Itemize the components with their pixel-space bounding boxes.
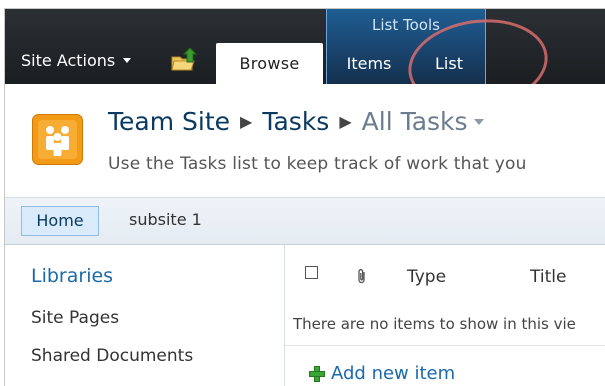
site-actions-menu[interactable]: Site Actions [21, 51, 132, 70]
tab-items[interactable]: Items [335, 43, 403, 83]
topnav-home[interactable]: Home [21, 206, 99, 236]
site-actions-label: Site Actions [21, 51, 116, 70]
list-view: Type Title There are no items to show in… [285, 245, 605, 386]
breadcrumb-view-name[interactable]: All Tasks [362, 107, 468, 136]
select-all-checkbox[interactable] [305, 266, 318, 279]
sharepoint-window: List Tools Site Actions Browse Items Lis… [4, 8, 605, 386]
breadcrumb-separator-icon: ▶ [339, 112, 352, 131]
topnav-subsite-1[interactable]: subsite 1 [129, 206, 202, 236]
empty-list-message: There are no items to show in this vie [293, 315, 576, 333]
plus-icon [309, 365, 325, 382]
quick-launch-heading-libraries[interactable]: Libraries [31, 265, 113, 287]
site-logo-icon [32, 114, 83, 165]
navigate-up-icon[interactable] [170, 48, 200, 72]
chevron-down-icon [123, 58, 132, 63]
column-header-title[interactable]: Title [530, 267, 566, 287]
quick-launch: Libraries Site Pages Shared Documents [5, 245, 285, 386]
add-new-item-label: Add new item [331, 363, 456, 384]
list-tools-label: List Tools [372, 16, 440, 34]
tab-browse[interactable]: Browse [216, 43, 323, 87]
column-header-type[interactable]: Type [407, 267, 446, 287]
title-area: Team Site ▶ Tasks ▶ All Tasks Use the Ta… [5, 84, 605, 197]
view-dropdown-caret-icon[interactable] [473, 118, 484, 125]
attachment-icon [358, 269, 365, 284]
ribbon: List Tools Site Actions Browse Items Lis… [5, 9, 605, 118]
tab-list[interactable]: List [415, 43, 483, 83]
breadcrumb: Team Site ▶ Tasks ▶ All Tasks [108, 107, 484, 136]
list-column-header-row: Type Title [285, 245, 605, 300]
list-divider [285, 345, 605, 346]
breadcrumb-separator-icon: ▶ [240, 112, 253, 131]
top-navigation-bar: Home subsite 1 [5, 197, 605, 245]
page-description: Use the Tasks list to keep track of work… [108, 154, 527, 174]
breadcrumb-tasks[interactable]: Tasks [262, 107, 329, 136]
add-new-item-link[interactable]: Add new item [309, 363, 455, 384]
quick-launch-site-pages[interactable]: Site Pages [31, 308, 119, 328]
quick-launch-shared-documents[interactable]: Shared Documents [31, 346, 193, 366]
breadcrumb-team-site[interactable]: Team Site [108, 107, 230, 136]
